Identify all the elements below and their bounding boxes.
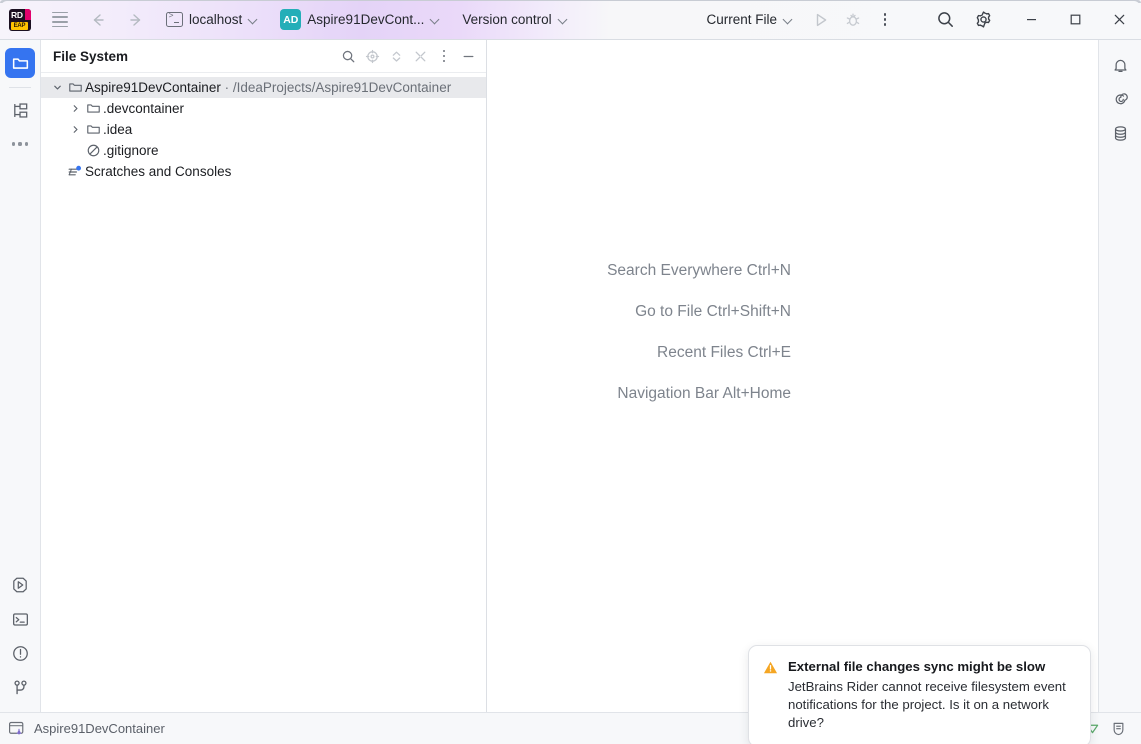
rider-window: RD EAP localhost [0, 0, 1141, 744]
search-icon[interactable] [931, 6, 959, 34]
run-configuration-label: Current File [706, 12, 777, 27]
hide-panel-icon[interactable] [456, 44, 480, 68]
rider-logo-text: RD [11, 10, 23, 20]
minimize-icon[interactable] [1009, 0, 1053, 39]
maximize-icon[interactable] [1053, 0, 1097, 39]
sidebar-item-database[interactable] [1105, 118, 1135, 148]
sidebar-item-notifications[interactable] [1105, 50, 1135, 80]
workspace: File System [0, 40, 1141, 712]
sidebar-item-ai-assistant[interactable] [1105, 84, 1135, 114]
notification-title: External file changes sync might be slow [788, 659, 1076, 674]
folder-icon [83, 101, 103, 116]
arrow-left-icon[interactable] [84, 6, 112, 34]
tree-node-root-path: · /IdeaProjects/Aspire91DevContainer [221, 80, 451, 95]
chevron-right-icon[interactable] [67, 103, 83, 114]
main-toolbar: RD EAP localhost [0, 0, 1141, 40]
host-selector[interactable]: localhost [160, 7, 264, 33]
file-tree[interactable]: Aspire91DevContainer · /IdeaProjects/Asp… [41, 73, 486, 712]
sidebar-item-structure[interactable] [5, 95, 35, 125]
tree-node-devcontainer[interactable]: .devcontainer [41, 98, 486, 119]
hamburger-menu-icon[interactable] [46, 6, 74, 34]
target-icon[interactable] [360, 44, 384, 68]
arrow-right-icon[interactable] [122, 6, 150, 34]
ignored-file-icon [83, 143, 103, 158]
ide-shield-icon[interactable] [1105, 717, 1131, 741]
editor-shortcut-hints: Search Everywhere Ctrl+N Go to File Ctrl… [487, 262, 791, 403]
sidebar-item-terminal[interactable] [5, 604, 35, 634]
folder-icon [65, 80, 85, 95]
tree-node-idea-label: .idea [103, 122, 132, 137]
gear-icon[interactable] [969, 6, 997, 34]
status-project-widget[interactable]: Aspire91DevContainer [8, 721, 165, 737]
warning-triangle-icon [763, 660, 778, 732]
notification-body: JetBrains Rider cannot receive filesyste… [788, 678, 1076, 732]
hint-navigation-bar: Navigation Bar Alt+Home [487, 385, 791, 403]
right-tool-rail [1098, 40, 1141, 712]
chevrons-updown-icon[interactable] [384, 44, 408, 68]
chevron-down-icon [431, 15, 440, 24]
remote-container-icon [8, 721, 27, 737]
project-selector[interactable]: AD Aspire91DevCont... [274, 7, 446, 33]
collapse-all-icon[interactable] [408, 44, 432, 68]
status-project-label: Aspire91DevContainer [34, 721, 165, 736]
tree-node-root[interactable]: Aspire91DevContainer · /IdeaProjects/Asp… [41, 77, 486, 98]
debug-button[interactable] [839, 6, 867, 34]
sidebar-item-version-control[interactable] [5, 672, 35, 702]
tree-node-scratches[interactable]: Scratches and Consoles [41, 161, 486, 182]
rail-divider [9, 87, 31, 88]
file-panel-title: File System [53, 49, 336, 64]
chevron-down-icon [559, 15, 568, 24]
more-vertical-icon[interactable] [432, 44, 456, 68]
version-control-label: Version control [462, 12, 551, 27]
sidebar-item-problems[interactable] [5, 638, 35, 668]
chevron-down-icon [784, 15, 793, 24]
sidebar-item-more[interactable] [5, 129, 35, 159]
rider-logo-icon[interactable]: RD EAP [9, 9, 31, 31]
rider-eap-badge: EAP [11, 22, 28, 30]
left-tool-rail [0, 40, 41, 712]
run-configuration-selector[interactable]: Current File [700, 7, 799, 33]
editor-area[interactable]: Search Everywhere Ctrl+N Go to File Ctrl… [487, 40, 1098, 712]
ellipsis-icon [12, 142, 29, 145]
sidebar-item-project[interactable] [5, 48, 35, 78]
tree-node-root-label: Aspire91DevContainer [85, 80, 221, 95]
notification-balloon[interactable]: External file changes sync might be slow… [748, 645, 1091, 744]
tree-node-gitignore-label: .gitignore [103, 143, 159, 158]
host-label: localhost [189, 12, 242, 27]
project-label: Aspire91DevCont... [307, 12, 424, 27]
close-icon[interactable] [1097, 0, 1141, 39]
project-avatar: AD [280, 9, 301, 30]
scratches-icon [65, 164, 85, 180]
hint-search-everywhere: Search Everywhere Ctrl+N [487, 262, 791, 280]
tree-node-scratches-label: Scratches and Consoles [85, 164, 231, 179]
chevron-down-icon[interactable] [49, 82, 65, 93]
version-control-selector[interactable]: Version control [456, 7, 573, 33]
chevron-down-icon [249, 15, 258, 24]
hint-go-to-file: Go to File Ctrl+Shift+N [487, 303, 791, 321]
run-button[interactable] [807, 6, 835, 34]
tree-node-devcontainer-label: .devcontainer [103, 101, 184, 116]
file-panel-header: File System [41, 40, 486, 73]
folder-icon [83, 122, 103, 137]
sidebar-item-run[interactable] [5, 570, 35, 600]
file-system-panel: File System [41, 40, 487, 712]
tree-node-gitignore[interactable]: .gitignore [41, 140, 486, 161]
chevron-right-icon[interactable] [67, 124, 83, 135]
tree-node-idea[interactable]: .idea [41, 119, 486, 140]
more-vertical-icon[interactable] [871, 6, 899, 34]
search-icon[interactable] [336, 44, 360, 68]
terminal-icon [166, 12, 183, 27]
hint-recent-files: Recent Files Ctrl+E [487, 344, 791, 362]
